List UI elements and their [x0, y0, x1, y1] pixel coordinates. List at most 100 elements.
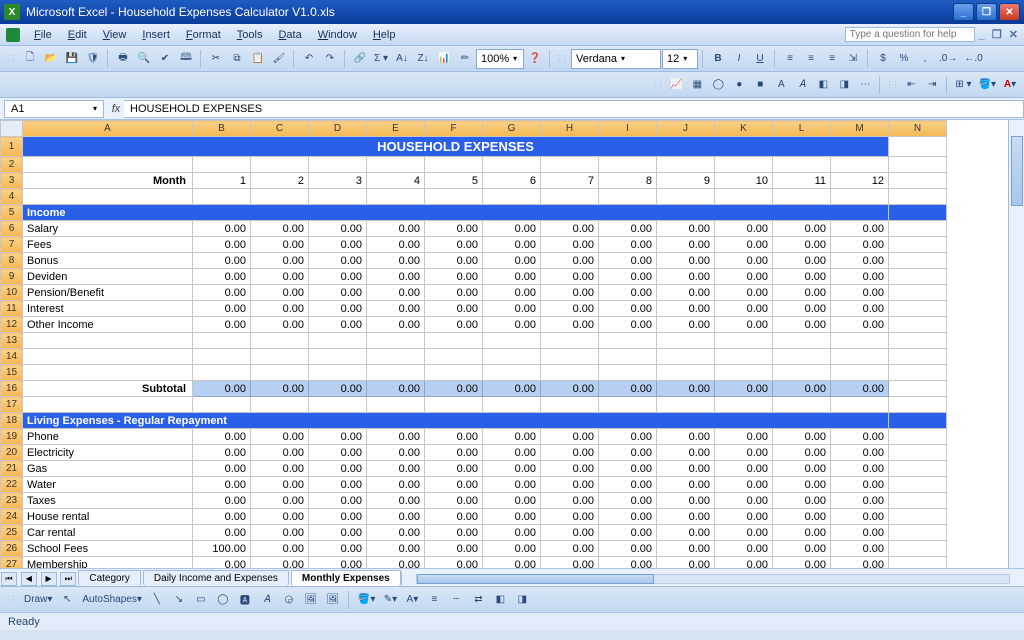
- cell[interactable]: [309, 397, 367, 413]
- cell[interactable]: [599, 157, 657, 173]
- cell[interactable]: 0.00: [309, 301, 367, 317]
- cell[interactable]: 0.00: [193, 285, 251, 301]
- row-label[interactable]: House rental: [23, 509, 193, 525]
- col-header-G[interactable]: G: [483, 121, 541, 137]
- row-header-3[interactable]: 3: [1, 173, 23, 189]
- copy-button[interactable]: ⧉: [227, 49, 247, 69]
- cell[interactable]: [541, 349, 599, 365]
- row-header-12[interactable]: 12: [1, 317, 23, 333]
- comma-button[interactable]: ,: [915, 49, 935, 69]
- row-header-25[interactable]: 25: [1, 525, 23, 541]
- align-left-button[interactable]: ≡: [780, 49, 800, 69]
- cell[interactable]: 0.00: [251, 269, 309, 285]
- cell[interactable]: 0.00: [483, 221, 541, 237]
- col-header-N[interactable]: N: [889, 121, 947, 137]
- cell[interactable]: [773, 333, 831, 349]
- wb-minimize-button[interactable]: _: [979, 29, 985, 41]
- cell[interactable]: 0.00: [599, 509, 657, 525]
- row-header-11[interactable]: 11: [1, 301, 23, 317]
- cell[interactable]: [889, 157, 947, 173]
- cell[interactable]: 0.00: [425, 269, 483, 285]
- cell[interactable]: 0.00: [541, 381, 599, 397]
- cell[interactable]: [715, 189, 773, 205]
- cell[interactable]: 0.00: [309, 461, 367, 477]
- row-header-24[interactable]: 24: [1, 509, 23, 525]
- cell[interactable]: 10: [715, 173, 773, 189]
- cell[interactable]: 0.00: [599, 461, 657, 477]
- col-header-E[interactable]: E: [367, 121, 425, 137]
- redo-button[interactable]: ↷: [320, 49, 340, 69]
- fill-color-button[interactable]: 🪣▾: [976, 75, 999, 95]
- cell[interactable]: 0.00: [599, 557, 657, 569]
- cell[interactable]: 0.00: [425, 493, 483, 509]
- cell[interactable]: 100.00: [193, 541, 251, 557]
- cell[interactable]: 0.00: [715, 509, 773, 525]
- drawing-toggle-button[interactable]: ✏: [455, 49, 475, 69]
- cell[interactable]: 0.00: [251, 381, 309, 397]
- cell[interactable]: 3: [309, 173, 367, 189]
- cell[interactable]: 0.00: [483, 285, 541, 301]
- cell[interactable]: [541, 189, 599, 205]
- tab-prev-button[interactable]: ◀: [21, 572, 37, 586]
- cell[interactable]: [599, 365, 657, 381]
- cell[interactable]: [889, 269, 947, 285]
- cell[interactable]: 0.00: [773, 301, 831, 317]
- cell[interactable]: [599, 397, 657, 413]
- row-header-21[interactable]: 21: [1, 461, 23, 477]
- cell[interactable]: 0.00: [541, 525, 599, 541]
- cell[interactable]: 0.00: [773, 429, 831, 445]
- cell[interactable]: 0.00: [367, 285, 425, 301]
- cell[interactable]: 0.00: [715, 317, 773, 333]
- wb-close-button[interactable]: ✕: [1009, 29, 1018, 41]
- row-label[interactable]: Pension/Benefit: [23, 285, 193, 301]
- cell[interactable]: 0.00: [657, 477, 715, 493]
- sheet-tab-category[interactable]: Category: [78, 570, 141, 586]
- paste-button[interactable]: 📋: [248, 49, 268, 69]
- cell[interactable]: 0.00: [309, 269, 367, 285]
- cell[interactable]: 0.00: [831, 445, 889, 461]
- cell[interactable]: [889, 541, 947, 557]
- cell[interactable]: 0.00: [425, 381, 483, 397]
- cell[interactable]: 0.00: [483, 301, 541, 317]
- cell[interactable]: 0.00: [541, 493, 599, 509]
- sheet-tab-monthly-expenses[interactable]: Monthly Expenses: [291, 570, 401, 586]
- cell[interactable]: 0.00: [193, 525, 251, 541]
- cell[interactable]: 0.00: [599, 285, 657, 301]
- threed-icon[interactable]: ◨: [834, 75, 854, 95]
- cell[interactable]: 0.00: [367, 253, 425, 269]
- cell[interactable]: [657, 333, 715, 349]
- cell[interactable]: 0.00: [657, 269, 715, 285]
- cell[interactable]: 0.00: [251, 477, 309, 493]
- cell[interactable]: [831, 333, 889, 349]
- cell[interactable]: 0.00: [541, 221, 599, 237]
- menu-help[interactable]: Help: [365, 27, 404, 43]
- cell[interactable]: [483, 333, 541, 349]
- cell[interactable]: [251, 365, 309, 381]
- cell[interactable]: 0.00: [715, 525, 773, 541]
- tab-next-button[interactable]: ▶: [41, 572, 57, 586]
- cell[interactable]: 0.00: [831, 269, 889, 285]
- format-painter-button[interactable]: 🖌: [269, 49, 289, 69]
- cell[interactable]: 0.00: [193, 509, 251, 525]
- cell[interactable]: 0.00: [773, 445, 831, 461]
- cell[interactable]: 0.00: [309, 477, 367, 493]
- cell[interactable]: 8: [599, 173, 657, 189]
- cell[interactable]: 0.00: [773, 221, 831, 237]
- row-label[interactable]: Deviden: [23, 269, 193, 285]
- cell[interactable]: 12: [831, 173, 889, 189]
- cell[interactable]: 0.00: [193, 269, 251, 285]
- cell[interactable]: 0.00: [831, 381, 889, 397]
- cell[interactable]: [889, 397, 947, 413]
- row-header-23[interactable]: 23: [1, 493, 23, 509]
- cell[interactable]: 0.00: [367, 477, 425, 493]
- cell[interactable]: [425, 397, 483, 413]
- diagram-icon[interactable]: ◶: [279, 590, 299, 610]
- cell[interactable]: [541, 333, 599, 349]
- cell[interactable]: [889, 429, 947, 445]
- cell[interactable]: 0.00: [541, 237, 599, 253]
- cell[interactable]: [889, 461, 947, 477]
- scrollbar-thumb[interactable]: [1011, 136, 1023, 206]
- cell[interactable]: [889, 477, 947, 493]
- cell[interactable]: [831, 349, 889, 365]
- horizontal-scrollbar[interactable]: [401, 572, 1024, 586]
